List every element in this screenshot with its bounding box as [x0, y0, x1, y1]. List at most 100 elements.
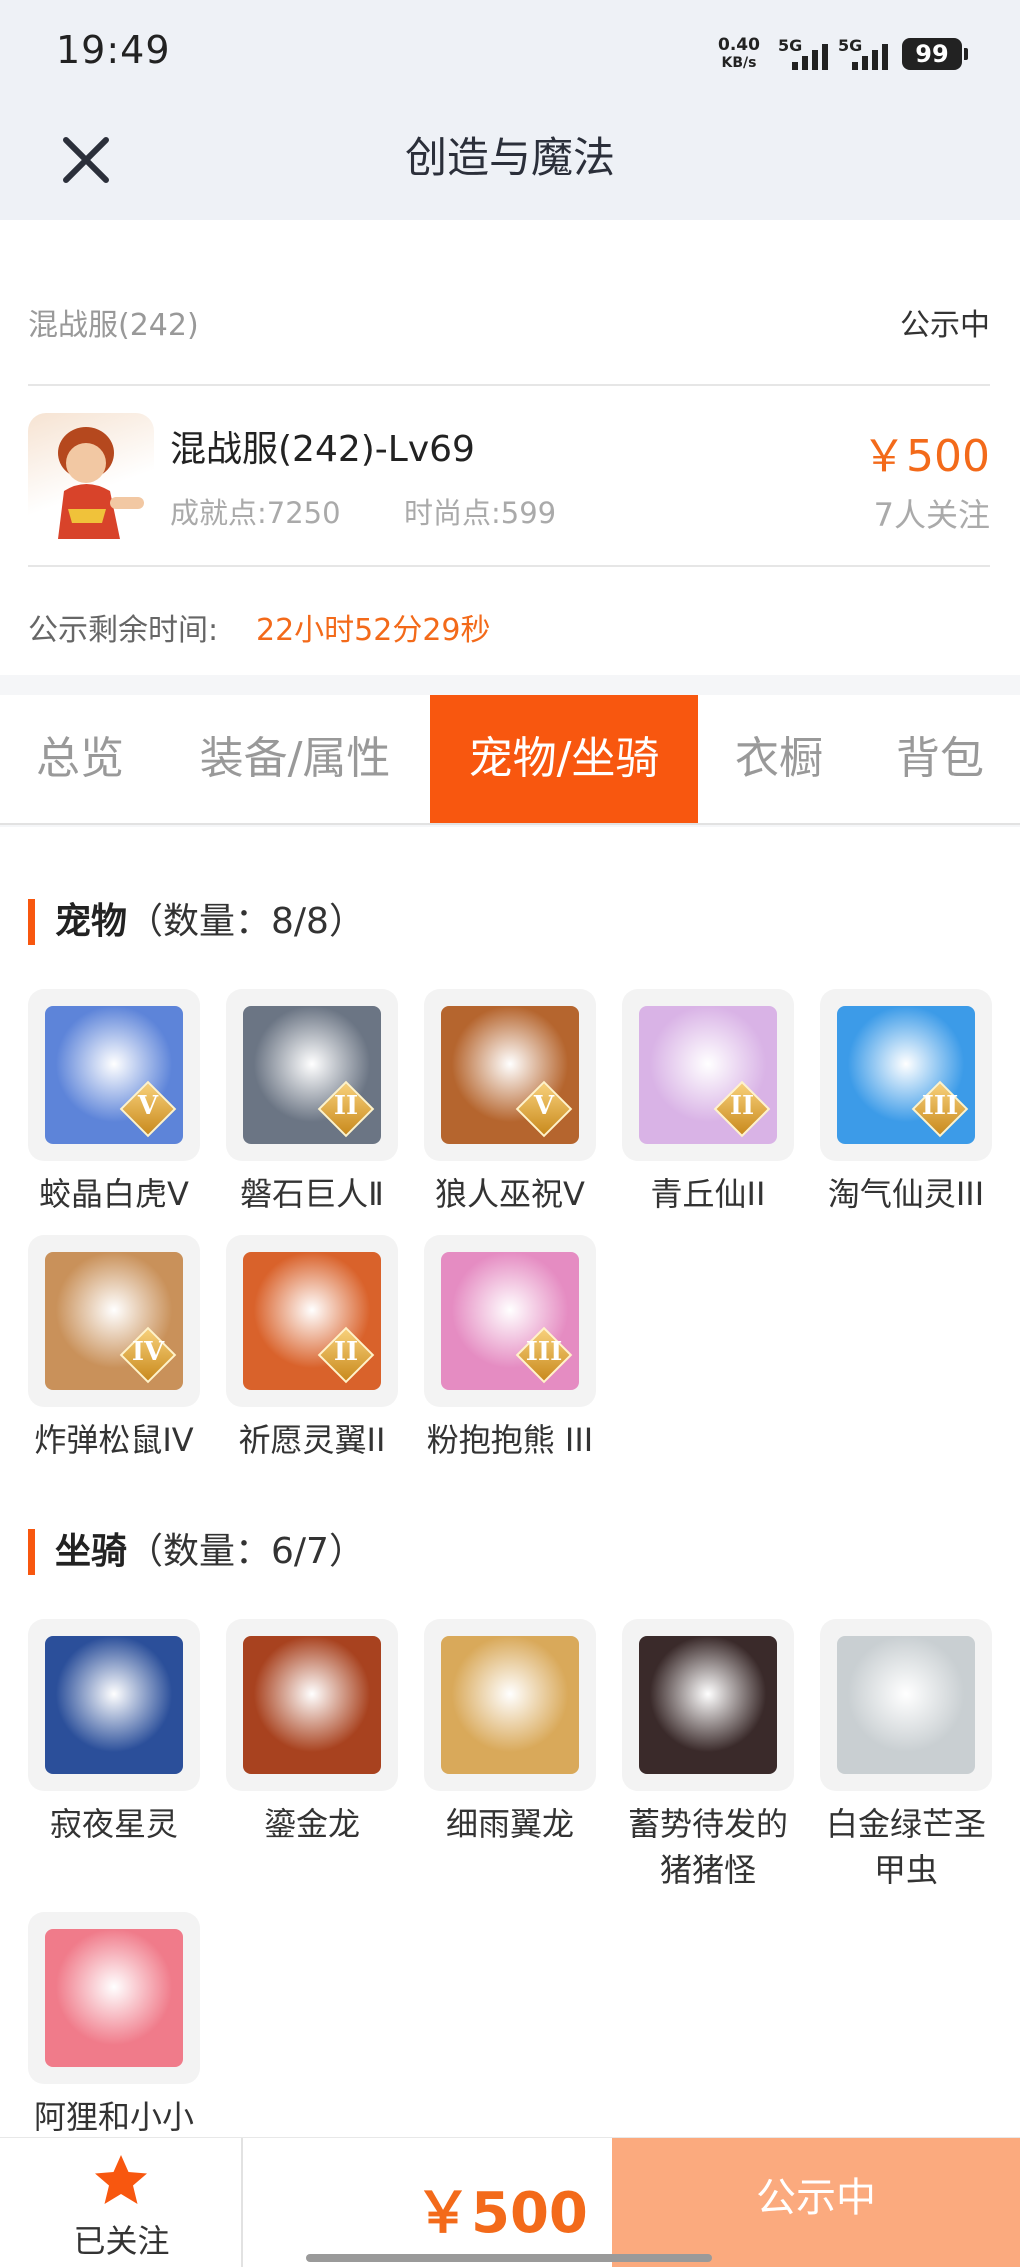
pet-item[interactable]: II 祈愿灵翼II — [226, 1235, 398, 1463]
pet-name: 狼人巫祝Ⅴ — [435, 1175, 585, 1213]
pets-count: （数量：8/8） — [127, 901, 365, 942]
fashion-points: 时尚点:599 — [404, 496, 557, 530]
mount-name: 细雨翼龙 — [445, 1805, 574, 1843]
pet-thumbnail: III — [424, 1235, 596, 1407]
pet-thumbnail: III — [820, 989, 992, 1161]
follower-count: 7人关注 — [873, 496, 990, 534]
tab-bar: 总览 装备/属性 宠物/坐骑 衣橱 背包 — [0, 695, 1020, 825]
status-action-button[interactable]: 公示中 — [612, 2138, 1020, 2267]
pet-item[interactable]: II 青丘仙II — [622, 989, 794, 1217]
pet-thumbnail: V — [424, 989, 596, 1161]
signal-icon-2: 5G — [838, 36, 908, 70]
tab-wardrobe[interactable]: 衣橱 — [698, 695, 860, 823]
mount-image — [45, 1636, 183, 1774]
pet-image — [441, 1252, 579, 1390]
divider — [28, 565, 990, 567]
pet-name: 蛟晶白虎Ⅴ — [39, 1175, 189, 1213]
mount-image — [243, 1636, 381, 1774]
pet-name: 祈愿灵翼II — [238, 1421, 386, 1459]
pet-name: 淘气仙灵III — [827, 1175, 985, 1213]
pet-name: 炸弹松鼠IV — [34, 1421, 194, 1459]
pet-name: 磐石巨人Ⅱ — [240, 1175, 384, 1213]
pet-name: 青丘仙II — [650, 1175, 766, 1213]
follow-label: 已关注 — [73, 2222, 170, 2260]
mount-image — [837, 1636, 975, 1774]
mount-item[interactable]: 白金绿芒圣甲虫 — [820, 1619, 992, 1893]
net-speed-unit: KB/s — [721, 55, 757, 71]
pet-item[interactable]: IV 炸弹松鼠IV — [28, 1235, 200, 1463]
mount-image — [45, 1929, 183, 2067]
pet-item[interactable]: V 蛟晶白虎Ⅴ — [28, 989, 200, 1217]
rank-label: II — [333, 1337, 359, 1367]
server-name: 混战服(242) — [28, 308, 199, 343]
page-title: 创造与魔法 — [404, 133, 615, 182]
pet-thumbnail: II — [622, 989, 794, 1161]
pet-item[interactable]: II 磐石巨人Ⅱ — [226, 989, 398, 1217]
mount-thumbnail — [226, 1619, 398, 1791]
mounts-count: （数量：6/7） — [127, 1531, 365, 1572]
mount-name: 蓄势待发的猪猪怪 — [627, 1805, 788, 1889]
pet-thumbnail: V — [28, 989, 200, 1161]
achievement-points: 成就点:7250 — [170, 496, 341, 530]
bottom-bar: 已关注 ￥500 公示中 — [0, 2137, 1020, 2267]
listing-status: 公示中 — [900, 308, 990, 343]
mount-name: 白金绿芒圣甲虫 — [825, 1805, 986, 1889]
tab-backpack[interactable]: 背包 — [860, 695, 1020, 823]
timer-value: 22小时52分29秒 — [256, 613, 491, 648]
pet-name: 粉抱抱熊 III — [426, 1421, 594, 1459]
mount-thumbnail — [28, 1619, 200, 1791]
mounts-section-title: 坐骑（数量：6/7） — [28, 1529, 365, 1575]
mount-item[interactable]: 鎏金龙 — [226, 1619, 398, 1847]
tab-equipment[interactable]: 装备/属性 — [160, 695, 430, 823]
mount-thumbnail — [622, 1619, 794, 1791]
pet-image — [45, 1006, 183, 1144]
pet-item[interactable]: V 狼人巫祝Ⅴ — [424, 989, 596, 1217]
role-name: 混战服(242)-Lv69 — [170, 429, 475, 470]
pet-image — [45, 1252, 183, 1390]
pet-image — [243, 1006, 381, 1144]
mount-item[interactable]: 阿狸和小小 — [28, 1912, 200, 2140]
follow-button[interactable]: 已关注 — [0, 2138, 243, 2267]
rank-label: IV — [131, 1337, 165, 1367]
pets-mounts-panel: 宠物（数量：8/8） V 蛟晶白虎Ⅴ II 磐石巨人Ⅱ V 狼人巫祝Ⅴ II 青丘仙II III… — [0, 827, 1020, 2137]
rank-label: II — [729, 1091, 755, 1121]
star-icon — [95, 2155, 147, 2204]
battery-icon: 99 — [902, 38, 968, 70]
pet-image — [243, 1252, 381, 1390]
mount-item[interactable]: 细雨翼龙 — [424, 1619, 596, 1847]
rank-label: V — [137, 1091, 159, 1121]
mount-item[interactable]: 寂夜星灵 — [28, 1619, 200, 1847]
status-time: 19:49 — [56, 28, 171, 72]
pet-item[interactable]: III 粉抱抱熊 III — [424, 1235, 596, 1463]
pet-thumbnail: II — [226, 989, 398, 1161]
pet-image — [441, 1006, 579, 1144]
timer-label: 公示剩余时间: — [28, 613, 219, 648]
rank-label: III — [525, 1337, 563, 1367]
divider — [28, 384, 990, 386]
mount-item[interactable]: 蓄势待发的猪猪怪 — [622, 1619, 794, 1893]
pets-title: 宠物 — [55, 901, 128, 942]
mount-image — [639, 1636, 777, 1774]
mount-thumbnail — [28, 1912, 200, 2084]
mount-thumbnail — [424, 1619, 596, 1791]
pet-thumbnail: II — [226, 1235, 398, 1407]
pet-thumbnail: IV — [28, 1235, 200, 1407]
bottom-price: ￥500 — [415, 2181, 588, 2246]
pets-section-title: 宠物（数量：8/8） — [28, 899, 365, 945]
status-bar: 19:49 0.40 KB/s 5G 5G 99 — [0, 0, 1020, 110]
tab-overview[interactable]: 总览 — [0, 695, 160, 823]
net-speed: 0.40 KB/s — [718, 36, 760, 72]
role-avatar — [28, 413, 154, 539]
mount-name: 寂夜星灵 — [49, 1805, 178, 1843]
mount-name: 鎏金龙 — [263, 1805, 360, 1843]
mount-name: 阿狸和小小 — [33, 2098, 194, 2136]
tab-pets-mounts[interactable]: 宠物/坐骑 — [430, 695, 698, 823]
pet-item[interactable]: III 淘气仙灵III — [820, 989, 992, 1217]
home-indicator[interactable] — [306, 2254, 712, 2262]
listing-price: ￥500 — [862, 431, 990, 482]
pet-image — [639, 1006, 777, 1144]
net-speed-value: 0.40 — [718, 35, 760, 55]
rank-label: III — [921, 1091, 959, 1121]
mount-image — [441, 1636, 579, 1774]
rank-label: II — [333, 1091, 359, 1121]
